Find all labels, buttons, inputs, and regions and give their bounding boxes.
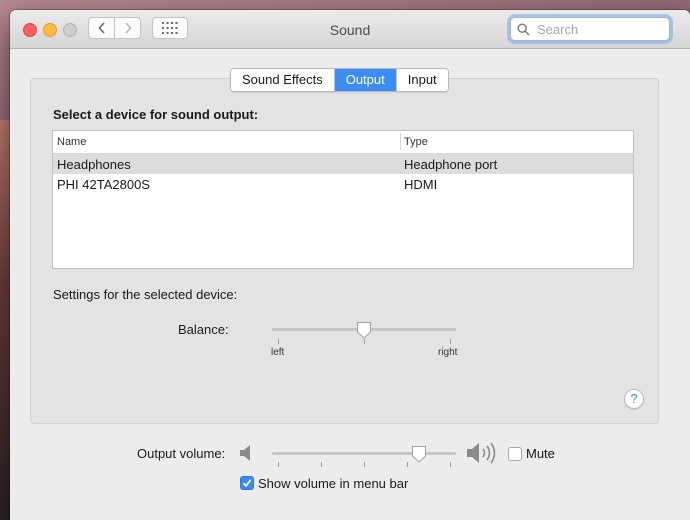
- sound-preferences-window: Sound Sound Effects Output Input Select …: [10, 10, 690, 520]
- search-input[interactable]: [535, 20, 667, 38]
- balance-slider-thumb[interactable]: [356, 321, 372, 339]
- chevron-left-icon: [97, 22, 105, 34]
- minimize-button[interactable]: [43, 23, 57, 37]
- search-icon: [517, 22, 531, 36]
- slider-thumb-icon: [357, 322, 371, 339]
- speaker-high-icon: [467, 442, 496, 464]
- volume-slider-thumb[interactable]: [411, 445, 427, 463]
- back-button[interactable]: [88, 17, 115, 39]
- column-header-name[interactable]: Name: [57, 136, 86, 148]
- search-field[interactable]: [510, 17, 670, 41]
- table-header: Name Type: [53, 131, 633, 154]
- volume-tick: [321, 462, 322, 467]
- zoom-button[interactable]: [63, 23, 77, 37]
- forward-button[interactable]: [114, 17, 141, 39]
- help-button[interactable]: ?: [624, 389, 644, 409]
- device-table[interactable]: Name Type Headphones Headphone port PHI …: [52, 130, 634, 269]
- tab-input[interactable]: Input: [396, 69, 448, 91]
- show-volume-label[interactable]: Show volume in menu bar: [258, 476, 408, 491]
- close-button[interactable]: [23, 23, 37, 37]
- speaker-low-icon: [240, 445, 250, 461]
- grid-icon: [162, 22, 178, 34]
- volume-tick: [450, 462, 451, 467]
- balance-label: Balance:: [178, 322, 229, 337]
- balance-tick: [278, 339, 279, 344]
- balance-tick: [364, 339, 365, 344]
- balance-tick: [450, 339, 451, 344]
- device-heading: Select a device for sound output:: [53, 107, 259, 122]
- volume-tick: [278, 462, 279, 467]
- column-header-type[interactable]: Type: [404, 136, 428, 148]
- chevron-right-icon: [124, 22, 132, 34]
- balance-left-label: left: [271, 347, 285, 358]
- show-volume-checkbox[interactable]: [240, 476, 254, 490]
- mute-checkbox[interactable]: [508, 447, 522, 461]
- device-type: Headphone port: [404, 157, 498, 172]
- volume-tick: [407, 462, 408, 467]
- tab-sound-effects[interactable]: Sound Effects: [231, 69, 335, 91]
- show-all-button[interactable]: [152, 17, 188, 39]
- checkmark-icon: [242, 479, 252, 488]
- device-name: PHI 42TA2800S: [57, 177, 150, 192]
- device-type: HDMI: [404, 177, 438, 192]
- slider-thumb-icon: [412, 446, 427, 463]
- volume-slider-track[interactable]: [272, 452, 456, 455]
- settings-label: Settings for the selected device:: [53, 287, 238, 302]
- title-bar: Sound: [10, 10, 690, 49]
- volume-tick: [364, 462, 365, 467]
- balance-right-label: right: [438, 347, 458, 358]
- tab-output[interactable]: Output: [334, 69, 397, 91]
- tab-bar: Sound Effects Output Input: [230, 68, 449, 92]
- column-divider: [400, 133, 401, 150]
- device-name: Headphones: [57, 157, 131, 172]
- table-row[interactable]: PHI 42TA2800S HDMI: [53, 174, 633, 194]
- output-volume-label: Output volume:: [137, 446, 226, 461]
- mute-label[interactable]: Mute: [526, 446, 555, 461]
- table-row[interactable]: Headphones Headphone port: [53, 154, 633, 174]
